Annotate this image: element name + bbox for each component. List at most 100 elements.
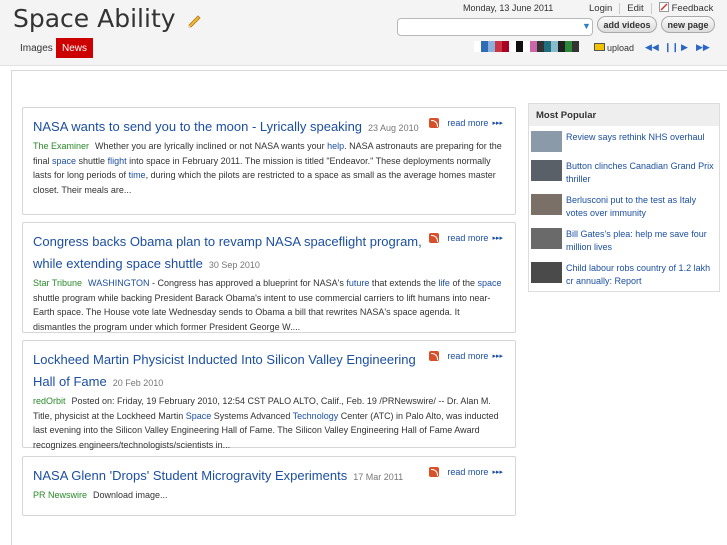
article-title[interactable]: NASA wants to send you to the moon - Lyr… <box>33 116 433 139</box>
popular-link[interactable]: Berlusconi put to the test as Italy vote… <box>566 194 717 220</box>
header: Space Ability Monday, 13 June 2011 Login… <box>0 0 727 66</box>
rewind-icon[interactable]: ◀◀ <box>645 42 659 53</box>
keyword-link[interactable]: Space <box>186 411 212 421</box>
news-article: read more ▸▸▸ NASA Glenn 'Drops' Student … <box>22 456 516 516</box>
popular-link[interactable]: Bill Gates's plea: help me save four mil… <box>566 228 717 254</box>
keyword-link[interactable]: life <box>438 278 450 288</box>
popular-link[interactable]: Review says rethink NHS overhaul <box>566 131 705 144</box>
keyword-link[interactable]: WASHINGTON <box>88 278 150 288</box>
pause-icon[interactable]: ❙❙ <box>664 42 679 53</box>
color-swatch[interactable] <box>481 41 488 52</box>
color-swatch[interactable] <box>495 41 502 52</box>
tab-images[interactable]: Images <box>14 38 59 58</box>
rss-icon[interactable] <box>429 351 440 361</box>
edit-link[interactable]: Edit <box>620 2 652 14</box>
keyword-link[interactable]: help <box>327 141 344 151</box>
article-title[interactable]: Lockheed Martin Physicist Inducted Into … <box>33 349 433 394</box>
color-swatch[interactable] <box>509 41 516 52</box>
read-more-link[interactable]: read more ▸▸▸ <box>429 118 503 128</box>
keyword-link[interactable]: space <box>52 156 76 166</box>
add-videos-button[interactable]: add videos <box>597 16 657 33</box>
read-more-arrow-icon: ▸▸▸ <box>492 120 503 127</box>
thumbnail-image[interactable] <box>531 160 562 181</box>
color-swatch[interactable] <box>565 41 572 52</box>
list-item[interactable]: Berlusconi put to the test as Italy vote… <box>529 189 719 223</box>
thumbnail-image[interactable] <box>531 131 562 152</box>
article-source[interactable]: The Examiner <box>33 141 89 151</box>
thumbnail-image[interactable] <box>531 194 562 215</box>
upload-icon[interactable] <box>594 43 605 51</box>
search-dropdown-icon[interactable]: ▼ <box>582 21 591 31</box>
color-swatch[interactable] <box>572 41 579 52</box>
article-source[interactable]: redOrbit <box>33 396 66 406</box>
list-item[interactable]: Review says rethink NHS overhaul <box>529 126 719 155</box>
thumbnail-image[interactable] <box>531 228 562 249</box>
color-swatch[interactable] <box>537 41 544 52</box>
color-swatch[interactable] <box>474 41 481 52</box>
site-logo[interactable]: Space Ability <box>13 4 202 33</box>
article-text: Systems Advanced <box>211 410 293 421</box>
fast-forward-icon[interactable]: ▶▶ <box>696 42 710 53</box>
article-date: 17 Mar 2011 <box>353 472 404 482</box>
feedback-link[interactable]: Feedback <box>652 2 721 14</box>
list-item[interactable]: Child labour robs country of 1.2 lakh cr… <box>529 257 719 291</box>
read-more-link[interactable]: read more ▸▸▸ <box>429 351 503 361</box>
article-text: shuttle <box>76 155 108 166</box>
article-source[interactable]: PR Newswire <box>33 490 87 500</box>
news-article: read more ▸▸▸ NASA wants to send you to t… <box>22 107 516 215</box>
keyword-link[interactable]: Technology <box>293 411 339 421</box>
list-item[interactable]: Button clinches Canadian Grand Prix thri… <box>529 155 719 189</box>
article-date: 20 Feb 2010 <box>112 378 164 388</box>
article-date: 30 Sep 2010 <box>208 260 260 270</box>
news-article: read more ▸▸▸ Lockheed Martin Physicist I… <box>22 340 516 450</box>
feedback-label: Feedback <box>671 3 714 14</box>
rss-icon[interactable] <box>429 467 440 477</box>
color-swatch[interactable] <box>530 41 537 52</box>
tab-news[interactable]: News <box>56 38 94 58</box>
feedback-pencil-icon <box>658 2 669 12</box>
article-text: - Congress has approved a blueprint for … <box>149 278 347 288</box>
color-swatch[interactable] <box>551 41 558 52</box>
search-input[interactable] <box>397 18 593 36</box>
color-swatch[interactable] <box>488 41 495 52</box>
read-more-arrow-icon: ▸▸▸ <box>492 235 503 242</box>
color-swatch[interactable] <box>502 41 509 52</box>
keyword-link[interactable]: time <box>129 170 146 180</box>
popular-link[interactable]: Child labour robs country of 1.2 lakh cr… <box>566 262 717 288</box>
article-title[interactable]: NASA Glenn 'Drops' Student Microgravity … <box>33 465 433 488</box>
article-text: Whether you are lyrically inclined or no… <box>95 141 328 151</box>
list-item[interactable]: Bill Gates's plea: help me save four mil… <box>529 223 719 257</box>
article-body: redOrbit Posted on: Friday, 19 February 2… <box>33 394 505 452</box>
article-title-text[interactable]: Lockheed Martin Physicist Inducted Into … <box>33 352 416 389</box>
thumbnail-image[interactable] <box>531 262 562 283</box>
read-more-link[interactable]: read more ▸▸▸ <box>429 233 503 243</box>
news-article: read more ▸▸▸ Congress backs Obama plan t… <box>22 222 516 333</box>
article-text: Download image... <box>93 490 168 500</box>
color-swatch[interactable] <box>523 41 530 52</box>
keyword-link[interactable]: space <box>477 278 501 288</box>
color-swatch[interactable] <box>544 41 551 52</box>
article-text: that extends the <box>369 278 439 288</box>
rss-icon[interactable] <box>429 233 440 243</box>
popular-link[interactable]: Button clinches Canadian Grand Prix thri… <box>566 160 717 186</box>
article-text: shuttle program while backing President … <box>33 292 491 332</box>
article-source[interactable]: Star Tribune <box>33 278 82 288</box>
pencil-icon <box>187 15 201 28</box>
color-swatch[interactable] <box>516 41 523 52</box>
upload-link[interactable]: upload <box>607 43 634 53</box>
read-more-link[interactable]: read more ▸▸▸ <box>429 467 503 477</box>
color-swatches <box>474 41 579 52</box>
keyword-link[interactable]: flight <box>108 156 127 166</box>
article-title-text[interactable]: NASA wants to send you to the moon - Lyr… <box>33 119 362 134</box>
article-title-text[interactable]: NASA Glenn 'Drops' Student Microgravity … <box>33 468 347 483</box>
color-swatch[interactable] <box>558 41 565 52</box>
play-icon[interactable]: ▶ <box>681 42 688 53</box>
login-link[interactable]: Login <box>582 2 621 14</box>
rss-icon[interactable] <box>429 118 440 128</box>
keyword-link[interactable]: future <box>346 278 369 288</box>
read-more-label: read more <box>447 233 489 243</box>
top-links: Login Edit Feedback <box>582 2 720 14</box>
read-more-label: read more <box>447 118 489 128</box>
article-title[interactable]: Congress backs Obama plan to revamp NASA… <box>33 231 433 276</box>
new-page-button[interactable]: new page <box>661 16 715 33</box>
